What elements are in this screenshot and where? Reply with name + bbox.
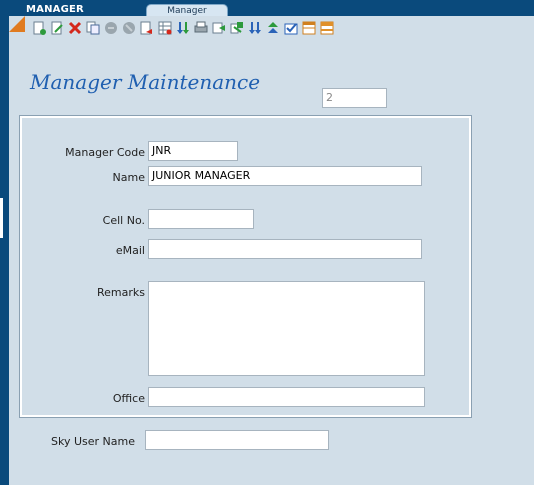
form-panel: Manager Code JNR Name JUNIOR MANAGER Cel… [19, 115, 472, 418]
import-icon[interactable] [175, 20, 191, 36]
office-label: Office [112, 392, 145, 405]
export-icon[interactable] [211, 20, 227, 36]
sky-user-name-field[interactable] [145, 430, 329, 450]
cell-no-field[interactable] [148, 209, 254, 229]
page-title: Manager Maintenance [30, 70, 261, 94]
check-icon[interactable] [283, 20, 299, 36]
corner-accent [9, 16, 25, 32]
delete-icon[interactable] [67, 20, 83, 36]
refresh-icon[interactable] [139, 20, 155, 36]
left-marker [0, 198, 3, 238]
transfer-icon[interactable] [229, 20, 245, 36]
grid-icon[interactable] [157, 20, 173, 36]
name-field[interactable]: JUNIOR MANAGER [148, 166, 422, 186]
app-title: MANAGER [26, 4, 84, 15]
content-area: Manager Maintenance 2 Manager Code JNR N… [9, 16, 534, 485]
name-label: Name [112, 171, 145, 184]
office-field[interactable] [148, 387, 425, 407]
edit-icon[interactable] [49, 20, 65, 36]
remarks-textarea[interactable] [148, 281, 425, 376]
print-icon[interactable] [193, 20, 209, 36]
new-record-icon[interactable] [31, 20, 47, 36]
cell-no-label: Cell No. [102, 214, 145, 227]
record-number-field[interactable]: 2 [322, 88, 387, 108]
disabled-icon [103, 20, 119, 36]
toolbar [31, 18, 335, 38]
email-field[interactable] [148, 239, 422, 259]
upload-icon[interactable] [265, 20, 281, 36]
manager-code-field[interactable]: JNR [148, 141, 238, 161]
layout-icon[interactable] [319, 20, 335, 36]
left-strip [0, 16, 9, 485]
remarks-label: Remarks [97, 286, 145, 299]
manager-code-label: Manager Code [65, 146, 145, 159]
window-icon[interactable] [301, 20, 317, 36]
email-label: eMail [115, 244, 145, 257]
disabled-icon [121, 20, 137, 36]
sky-user-name-label: Sky User Name [51, 435, 135, 448]
download-icon[interactable] [247, 20, 263, 36]
copy-icon[interactable] [85, 20, 101, 36]
